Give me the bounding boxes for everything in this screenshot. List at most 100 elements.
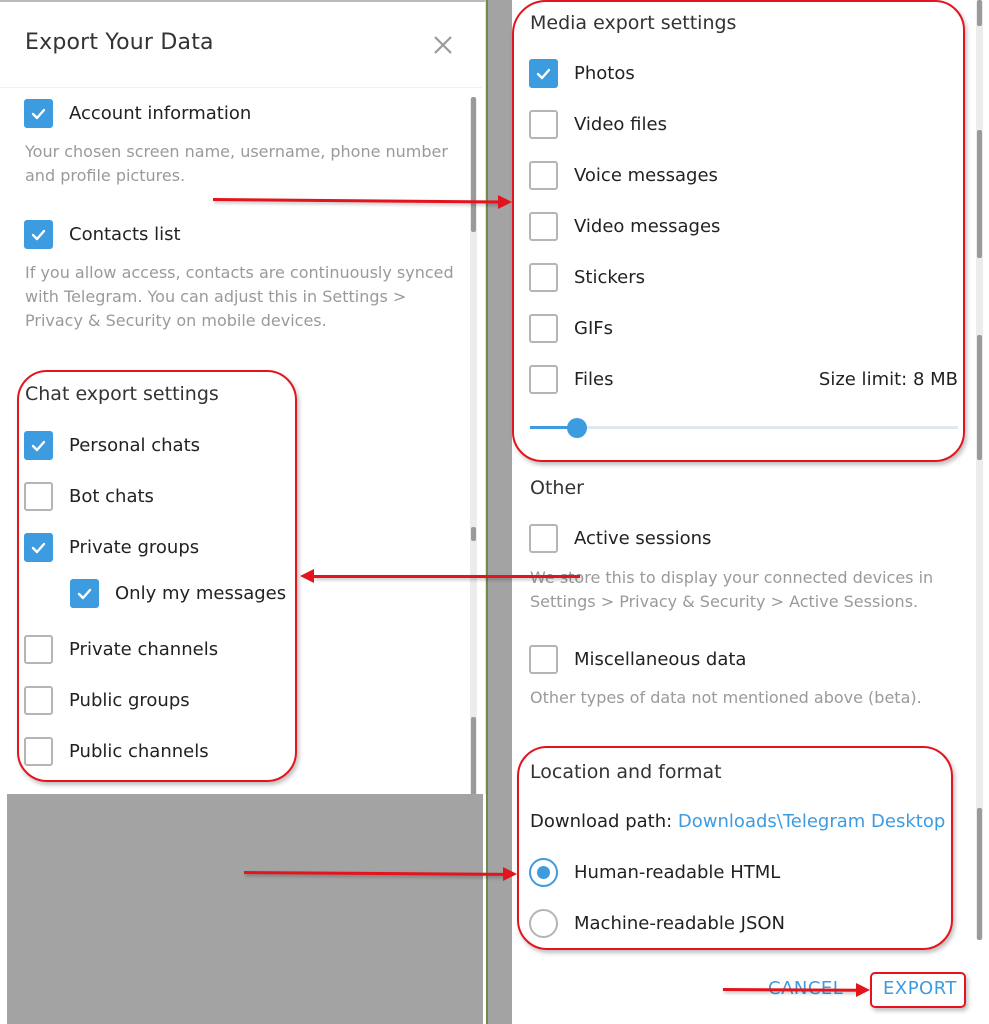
download-path-label: Download path: (530, 811, 673, 832)
public-channels-label: Public channels (69, 741, 209, 762)
voice-messages-checkbox[interactable] (529, 161, 558, 190)
close-button[interactable] (430, 32, 456, 58)
account-information-checkbox-row[interactable]: Account information (24, 99, 251, 128)
description-line: Settings > Privacy & Security > Active S… (530, 592, 919, 611)
contacts-list-checkbox[interactable] (24, 220, 53, 249)
size-limit-label: Size limit: 8 MB (818, 369, 958, 390)
other-item-miscellaneous-data[interactable]: Miscellaneous data (529, 645, 746, 674)
contacts-list-checkbox-row[interactable]: Contacts list (24, 220, 181, 249)
dialog-title: Export Your Data (25, 30, 214, 55)
only-my-messages-checkbox[interactable] (70, 579, 99, 608)
active-sessions-label: Active sessions (574, 528, 712, 549)
description-line: with Telegram. You can adjust this in Se… (25, 287, 407, 306)
public-groups-label: Public groups (69, 690, 190, 711)
checkmark-icon (77, 588, 92, 600)
location-format-heading: Location and format (530, 761, 722, 783)
description-line: and profile pictures. (25, 166, 186, 185)
export-button[interactable]: EXPORT (883, 978, 957, 999)
right-scrollbar-thumb-middle[interactable] (977, 335, 982, 460)
chat-item-private-groups[interactable]: Private groups (24, 533, 199, 562)
chat-item-public-groups[interactable]: Public groups (24, 686, 190, 715)
format-option-json[interactable]: Machine-readable JSON (529, 909, 785, 938)
checkmark-icon (31, 542, 46, 554)
description-line: Your chosen screen name, username, phone… (25, 142, 448, 161)
miscellaneous-data-checkbox[interactable] (529, 645, 558, 674)
export-dialog-left-panel: Export Your Data Account information You… (0, 0, 486, 797)
media-item-video-files[interactable]: Video files (529, 110, 667, 139)
account-information-label: Account information (69, 103, 252, 124)
format-option-html[interactable]: Human-readable HTML (529, 858, 780, 887)
contacts-list-label: Contacts list (69, 224, 181, 245)
left-scrollbar-thumb[interactable] (471, 97, 476, 232)
close-icon (434, 36, 452, 54)
json-radio[interactable] (529, 909, 558, 938)
panel-divider (486, 0, 512, 1024)
gifs-label: GIFs (574, 318, 613, 339)
gifs-checkbox[interactable] (529, 314, 558, 343)
slider-thumb[interactable] (567, 418, 588, 438)
slider-track (530, 426, 958, 429)
download-path-link[interactable]: Downloads\Telegram Desktop (678, 811, 945, 832)
media-export-heading: Media export settings (530, 12, 737, 34)
chat-item-only-my-messages[interactable]: Only my messages (70, 579, 286, 608)
stickers-label: Stickers (574, 267, 646, 288)
size-limit-slider[interactable] (530, 418, 958, 438)
private-groups-checkbox[interactable] (24, 533, 53, 562)
checkmark-icon (31, 229, 46, 241)
media-item-photos[interactable]: Photos (529, 59, 635, 88)
chat-item-personal-chats[interactable]: Personal chats (24, 431, 200, 460)
account-information-description: Your chosen screen name, username, phone… (25, 140, 448, 188)
radio-dot (537, 866, 550, 879)
miscellaneous-data-description: Other types of data not mentioned above … (530, 688, 922, 707)
photos-label: Photos (574, 63, 635, 84)
left-scrollbar-thumb-middle[interactable] (471, 527, 476, 541)
media-item-files[interactable]: Files (529, 365, 614, 394)
public-groups-checkbox[interactable] (24, 686, 53, 715)
other-heading: Other (530, 477, 584, 499)
video-files-checkbox[interactable] (529, 110, 558, 139)
media-item-stickers[interactable]: Stickers (529, 263, 645, 292)
active-sessions-checkbox[interactable] (529, 524, 558, 553)
account-information-checkbox[interactable] (24, 99, 53, 128)
video-messages-label: Video messages (574, 216, 721, 237)
private-channels-label: Private channels (69, 639, 219, 660)
media-item-gifs[interactable]: GIFs (529, 314, 613, 343)
bot-chats-label: Bot chats (69, 486, 154, 507)
bot-chats-checkbox[interactable] (24, 482, 53, 511)
media-item-voice-messages[interactable]: Voice messages (529, 161, 718, 190)
annotation-arrowhead (856, 983, 870, 997)
chat-item-public-channels[interactable]: Public channels (24, 737, 209, 766)
files-checkbox[interactable] (529, 365, 558, 394)
active-sessions-description: We store this to display your connected … (530, 566, 933, 614)
right-scrollbar-thumb-bottom[interactable] (977, 808, 982, 940)
description-line: If you allow access, contacts are contin… (25, 263, 454, 282)
media-item-video-messages[interactable]: Video messages (529, 212, 720, 241)
right-scrollbar-thumb-top[interactable] (977, 0, 982, 26)
download-path-row: Download path: Downloads\Telegram Deskto… (530, 811, 945, 832)
right-scrollbar-thumb[interactable] (977, 130, 982, 258)
chat-item-bot-chats[interactable]: Bot chats (24, 482, 154, 511)
checkmark-icon (31, 108, 46, 120)
html-format-label: Human-readable HTML (574, 862, 781, 883)
personal-chats-label: Personal chats (69, 435, 201, 456)
chat-export-heading: Chat export settings (25, 383, 219, 405)
private-groups-label: Private groups (69, 537, 200, 558)
chat-item-private-channels[interactable]: Private channels (24, 635, 218, 664)
html-radio[interactable] (529, 858, 558, 887)
public-channels-checkbox[interactable] (24, 737, 53, 766)
cancel-button[interactable]: CANCEL (768, 978, 843, 999)
private-channels-checkbox[interactable] (24, 635, 53, 664)
video-files-label: Video files (574, 114, 667, 135)
personal-chats-checkbox[interactable] (24, 431, 53, 460)
photos-checkbox[interactable] (529, 59, 558, 88)
contacts-list-description: If you allow access, contacts are contin… (25, 261, 454, 333)
background-overlay (7, 794, 483, 1024)
json-format-label: Machine-readable JSON (574, 913, 785, 934)
other-item-active-sessions[interactable]: Active sessions (529, 524, 711, 553)
left-scrollbar-thumb-bottom[interactable] (471, 717, 476, 795)
video-messages-checkbox[interactable] (529, 212, 558, 241)
miscellaneous-data-label: Miscellaneous data (574, 649, 747, 670)
checkmark-icon (31, 440, 46, 452)
voice-messages-label: Voice messages (574, 165, 718, 186)
stickers-checkbox[interactable] (529, 263, 558, 292)
